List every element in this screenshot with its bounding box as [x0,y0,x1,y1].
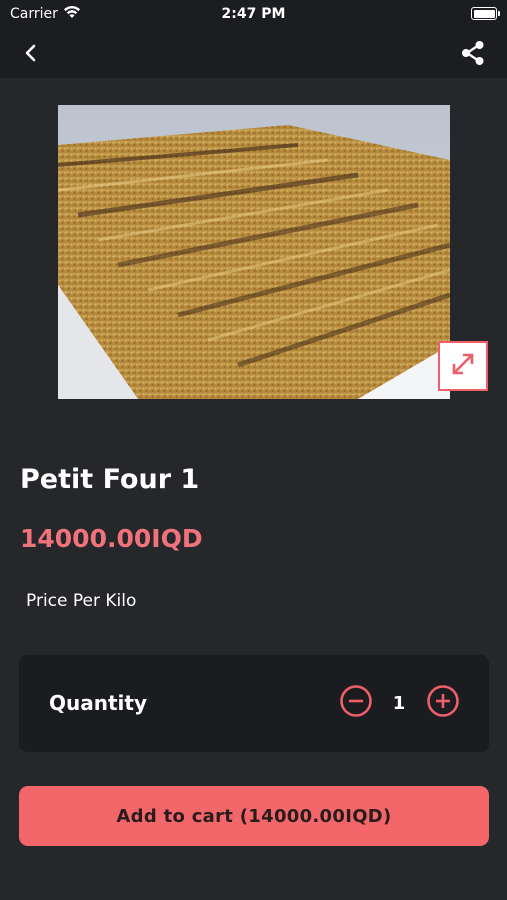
decrement-button[interactable] [339,684,373,722]
quantity-card: Quantity 1 [19,655,489,752]
clock: 2:47 PM [221,6,286,22]
plus-circle-icon [426,684,460,722]
product-title: Petit Four 1 [20,464,200,495]
battery-icon [471,7,500,20]
expand-image-button[interactable] [438,341,488,391]
product-price: 14000.00IQD [20,524,203,553]
price-note: Price Per Kilo [26,591,137,611]
chevron-left-icon[interactable] [18,40,44,66]
quantity-value: 1 [392,693,406,714]
expand-arrows-icon [450,351,476,381]
add-to-cart-button[interactable]: Add to cart (14000.00IQD) [19,786,489,846]
navigation-bar [0,28,507,78]
minus-circle-icon [339,684,373,722]
quantity-label: Quantity [49,691,147,715]
share-icon[interactable] [459,39,487,67]
status-bar: Carrier 2:47 PM [0,0,507,28]
increment-button[interactable] [426,684,460,722]
product-image[interactable] [58,105,450,399]
